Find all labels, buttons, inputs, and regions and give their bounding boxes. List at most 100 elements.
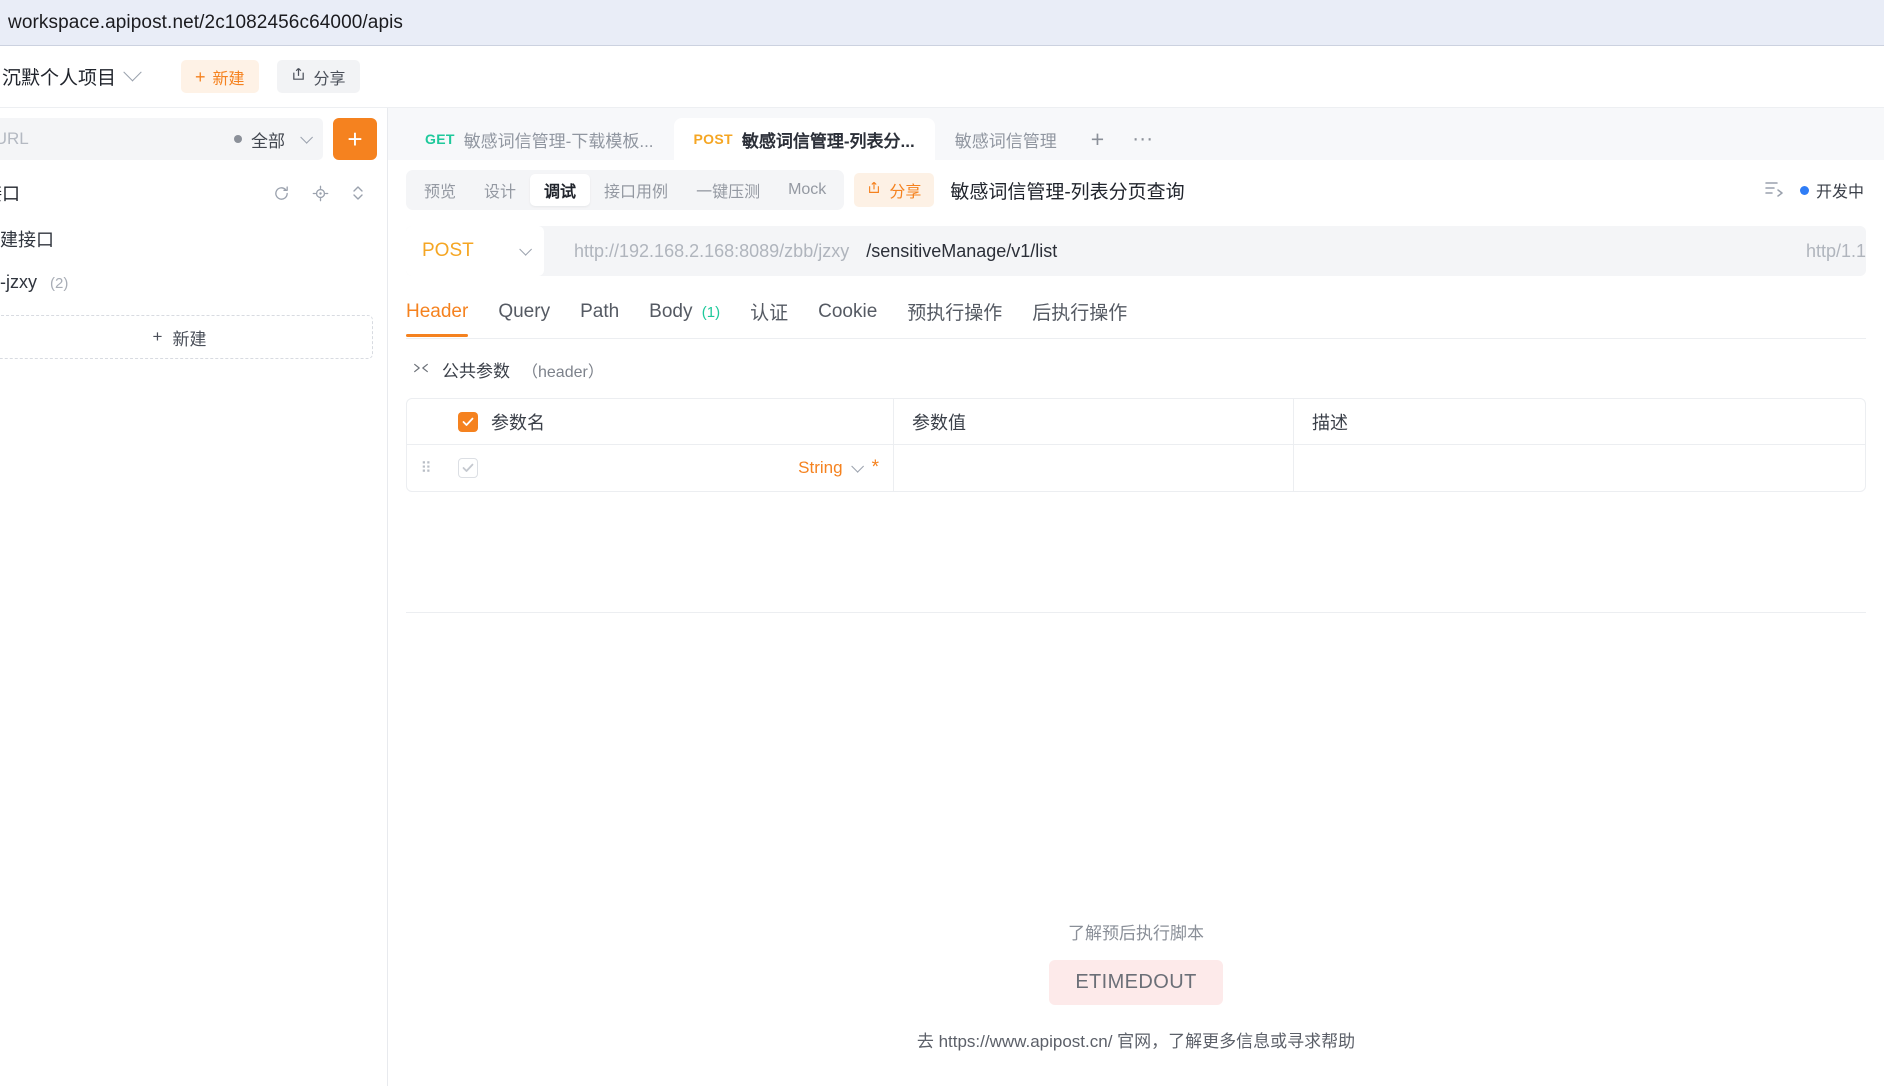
chevron-down-icon — [850, 459, 864, 473]
row-drag-handle[interactable]: ⠿ — [407, 459, 445, 477]
protocol-label: http/1.1 — [1805, 240, 1866, 261]
share-button-header[interactable]: 分享 — [276, 60, 360, 93]
param-tabs: Header Query Path Body (1) 认证 Cookie 预执行… — [406, 286, 1866, 339]
public-params-row[interactable]: 公共参数 （header） — [388, 339, 1884, 394]
sidebar-item-label: 新建接口 — [0, 230, 54, 250]
tab-body-badge: (1) — [701, 303, 721, 321]
status-label: 开发中 — [1815, 184, 1864, 201]
content-area: GET 敏感词信管理-下载模板... POST 敏感词信管理-列表分... 敏感… — [388, 108, 1884, 1086]
select-all-checkbox[interactable] — [458, 411, 478, 432]
column-header-desc: 描述 — [1293, 399, 1865, 445]
segment-design[interactable]: 设计 — [470, 174, 530, 206]
chevron-down-icon — [519, 242, 532, 256]
request-toolbar: 预览 设计 调试 接口用例 一键压测 Mock 分享 敏感词信管理-列表分页查询… — [388, 160, 1884, 220]
tab-body[interactable]: Body (1) — [634, 289, 735, 336]
request-panel: 预览 设计 调试 接口用例 一键压测 Mock 分享 敏感词信管理-列表分页查询… — [388, 160, 1884, 1086]
share-button-label: 分享 — [313, 70, 346, 88]
tab-list-pagination[interactable]: POST 敏感词信管理-列表分... — [673, 118, 935, 160]
chevron-down-icon — [123, 63, 142, 82]
sort-icon[interactable] — [351, 184, 365, 202]
project-selector[interactable]: 沉默个人项目 — [0, 57, 145, 96]
url-host-prefix: http://192.168.2.168:8089/zbb/jzxy — [574, 240, 850, 261]
status-badge[interactable]: 开发中 — [1799, 178, 1864, 202]
add-tab-button[interactable]: + — [1077, 118, 1118, 160]
required-star-icon[interactable]: * — [868, 457, 879, 479]
tab-query-label: Query — [498, 300, 551, 322]
row-type-select[interactable]: String * — [798, 457, 879, 479]
help-suffix: 官网，了解更多信息或寻求帮助 — [1112, 1032, 1356, 1051]
sidebar-item-label: zx-jzxy — [0, 272, 37, 292]
tab-strip: GET 敏感词信管理-下载模板... POST 敏感词信管理-列表分... 敏感… — [388, 108, 1884, 160]
tab-auth[interactable]: 认证 — [735, 286, 803, 338]
row-desc-cell[interactable] — [1293, 445, 1865, 491]
new-button-label: 新建 — [212, 70, 245, 88]
tab-pre-script-label: 预执行操作 — [907, 303, 1003, 324]
tab-header[interactable]: Header — [406, 289, 483, 337]
sidebar-item-new-api[interactable]: 新建接口 — [0, 216, 387, 262]
sidebar-section-icons — [273, 184, 365, 202]
plus-icon: + — [152, 327, 163, 346]
browser-url-text: workspace.apipost.net/2c1082456c64000/ap… — [8, 11, 404, 33]
params-table: 参数名 参数值 描述 ⠿ String * — [406, 398, 1866, 492]
segment-stress-test[interactable]: 一键压测 — [682, 174, 774, 206]
tab-cookie[interactable]: Cookie — [803, 289, 892, 336]
help-line: 去 https://www.apipost.cn/ 官网，了解更多信息或寻求帮助 — [917, 1027, 1355, 1052]
filter-dot-icon — [234, 135, 242, 143]
help-link[interactable]: https://www.apipost.cn/ — [939, 1032, 1113, 1051]
sidebar: /URL 全部 + 接口 — [0, 108, 388, 1086]
tab-sensitive-manage[interactable]: 敏感词信管理 — [935, 118, 1077, 160]
public-params-sub: （header） — [522, 363, 604, 381]
tab-more-button[interactable]: ··· — [1118, 118, 1167, 160]
chevron-down-icon — [300, 130, 313, 144]
segment-debug[interactable]: 调试 — [530, 174, 591, 206]
search-placeholder: /URL — [0, 129, 29, 148]
tab-body-label: Body — [649, 300, 693, 322]
script-hint-link[interactable]: 了解预后执行脚本 — [1068, 919, 1204, 944]
doc-icon[interactable] — [1764, 179, 1784, 202]
sidebar-section-title: 接口 — [0, 184, 20, 204]
refresh-icon[interactable] — [273, 185, 290, 202]
segment-api-cases[interactable]: 接口用例 — [590, 174, 682, 206]
row-name-cell[interactable]: String * — [491, 457, 893, 479]
public-params-label: 公共参数 — [442, 362, 510, 381]
row-checkbox-cell — [445, 458, 491, 478]
column-header-value: 参数值 — [893, 399, 1293, 445]
tab-method-badge: GET — [425, 131, 455, 147]
column-header-name: 参数名 — [491, 409, 893, 435]
table-header-row: 参数名 参数值 描述 — [407, 399, 1865, 445]
tab-pre-script[interactable]: 预执行操作 — [892, 286, 1017, 338]
segment-preview[interactable]: 预览 — [410, 174, 470, 206]
tab-post-script[interactable]: 后执行操作 — [1017, 286, 1142, 338]
new-button[interactable]: + 新建 — [181, 60, 259, 93]
sidebar-add-button[interactable]: + — [333, 118, 377, 160]
sidebar-section-header: 接口 — [0, 170, 387, 216]
url-path-input[interactable]: /sensitiveManage/v1/list — [866, 241, 1057, 262]
sidebar-item-zx-jzxy[interactable]: zx-jzxy (2) — [0, 262, 387, 303]
tab-query[interactable]: Query — [483, 289, 565, 336]
tab-post-script-label: 后执行操作 — [1032, 303, 1128, 324]
sidebar-new-node-label: 新建 — [172, 329, 207, 349]
status-dot-icon — [1799, 185, 1809, 195]
browser-url-bar[interactable]: workspace.apipost.net/2c1082456c64000/ap… — [0, 0, 1884, 46]
filter-label: 全部 — [251, 131, 285, 151]
tab-label: 敏感词信管理-列表分... — [741, 131, 915, 151]
row-checkbox[interactable] — [458, 458, 478, 478]
tab-method-badge: POST — [693, 131, 733, 147]
share-button-toolbar[interactable]: 分享 — [854, 173, 935, 207]
api-title: 敏感词信管理-列表分页查询 — [950, 181, 1185, 203]
main-area: /URL 全部 + 接口 — [0, 108, 1884, 1086]
share-icon — [291, 67, 306, 87]
filter-all[interactable]: 全部 — [234, 127, 313, 152]
locate-icon[interactable] — [312, 185, 329, 202]
toolbar-right: 开发中 — [1764, 178, 1866, 202]
segment-mock[interactable]: Mock — [774, 174, 840, 206]
tab-download-template[interactable]: GET 敏感词信管理-下载模板... — [405, 118, 674, 160]
project-name: 沉默个人项目 — [2, 68, 117, 89]
tab-cookie-label: Cookie — [818, 300, 878, 322]
tab-path[interactable]: Path — [565, 289, 634, 336]
method-select[interactable]: POST — [406, 226, 544, 276]
sidebar-new-node-button[interactable]: + 新建 — [0, 315, 373, 359]
tab-header-label: Header — [406, 300, 469, 322]
row-value-cell[interactable] — [893, 445, 1293, 491]
search-input[interactable]: /URL 全部 — [0, 118, 323, 160]
